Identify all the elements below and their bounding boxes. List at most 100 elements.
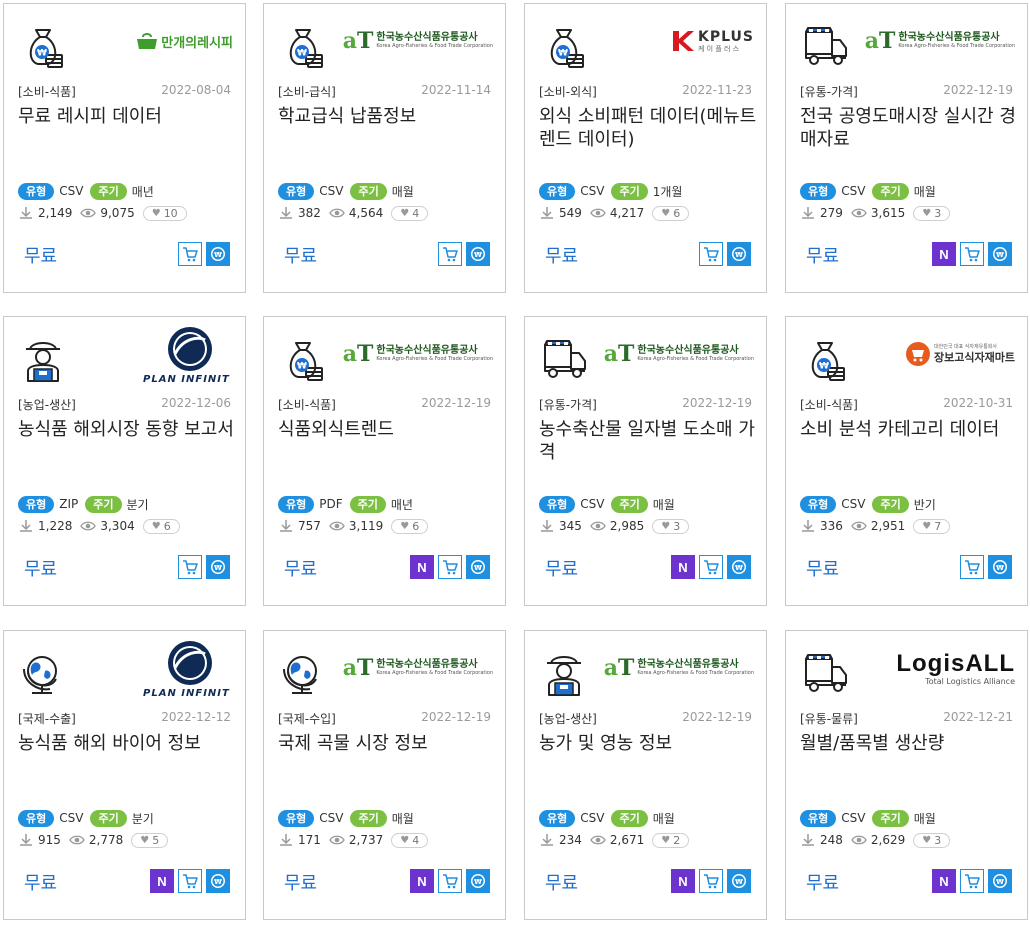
category-label: [농업-생산]	[539, 712, 597, 726]
dataset-card[interactable]: aT 한국농수산식품유통공사 Korea Agro-Fisheries & Fo…	[524, 316, 767, 606]
add-to-cart-button[interactable]	[699, 242, 723, 266]
purchase-button[interactable]: ₩	[727, 869, 751, 893]
dataset-card[interactable]: LogisALL Total Logistics Alliance [유통-물류…	[785, 630, 1028, 920]
cart-icon	[964, 559, 980, 575]
purchase-button[interactable]: ₩	[988, 555, 1012, 579]
cooking-pot-icon	[137, 33, 158, 49]
purchase-button[interactable]: ₩	[727, 555, 751, 579]
cycle-value: 매월	[652, 811, 675, 826]
dataset-card[interactable]: aT 한국농수산식품유통공사 Korea Agro-Fisheries & Fo…	[524, 630, 767, 920]
meta-row: 유형 ZIP 주기 분기	[18, 495, 156, 513]
add-to-cart-button[interactable]	[960, 555, 984, 579]
naver-n-button[interactable]: N	[150, 869, 174, 893]
meta-row: 유형 PDF 주기 매년	[278, 495, 420, 513]
dataset-title[interactable]: 외식 소비패턴 데이터(메뉴트렌드 데이터)	[539, 105, 759, 151]
svg-text:₩: ₩	[297, 362, 307, 372]
dataset-title[interactable]: 무료 레시피 데이터	[18, 105, 238, 128]
svg-text:₩: ₩	[996, 564, 1004, 572]
provider-subtitle: Korea Agro-Fisheries & Food Trade Corpor…	[637, 670, 754, 676]
like-button[interactable]: ♥ 6	[391, 518, 429, 534]
dataset-title[interactable]: 월별/품목별 생산량	[800, 732, 1020, 755]
date-label: 2022-11-14	[421, 83, 491, 97]
at-mark-icon: aT	[603, 655, 635, 681]
add-to-cart-button[interactable]	[699, 555, 723, 579]
dataset-card[interactable]: ₩ 대한민국 대표 식자재유통회사 장보고식자재마트 [소비-식품] 2022-…	[785, 316, 1028, 606]
category-label: [유통-물류]	[800, 712, 858, 726]
add-to-cart-button[interactable]	[960, 242, 984, 266]
type-pill: 유형	[800, 182, 837, 200]
purchase-button[interactable]: ₩	[727, 242, 751, 266]
purchase-button[interactable]: ₩	[988, 869, 1012, 893]
cycle-pill: 주기	[350, 182, 387, 200]
naver-n-button[interactable]: N	[671, 555, 695, 579]
naver-n-button[interactable]: N	[932, 869, 956, 893]
stats-row: 336 2,951 ♥ 7	[800, 517, 951, 535]
like-button[interactable]: ♥ 6	[652, 205, 690, 221]
dataset-title[interactable]: 농수축산물 일자별 도소매 가격	[539, 418, 759, 464]
dataset-card[interactable]: PLAN INFINIT [국제-수출] 2022-12-12 농식품 해외 바…	[3, 630, 246, 920]
dataset-title[interactable]: 학교급식 납품정보	[278, 105, 498, 128]
dataset-title[interactable]: 식품외식트렌드	[278, 418, 498, 441]
dataset-title[interactable]: 농식품 해외시장 동향 보고서	[18, 418, 238, 441]
like-button[interactable]: ♥ 2	[652, 832, 690, 848]
purchase-button[interactable]: ₩	[466, 242, 490, 266]
stats-row: 915 2,778 ♥ 5	[18, 831, 169, 849]
dataset-card[interactable]: ₩ 만개의레시피 [소비-식품] 2022-08-04 무료 레시피 데이터 유…	[3, 3, 246, 293]
like-button[interactable]: ♥ 10	[142, 205, 187, 221]
cycle-value: 반기	[913, 497, 936, 512]
svg-text:₩: ₩	[819, 362, 829, 372]
purchase-button[interactable]: ₩	[206, 869, 230, 893]
provider-logo: KPLUS 케 이 플 러 스	[614, 18, 754, 64]
purchase-button[interactable]: ₩	[988, 242, 1012, 266]
like-button[interactable]: ♥ 7	[913, 518, 951, 534]
provider-name: KPLUS	[698, 28, 754, 45]
dataset-title[interactable]: 농식품 해외 바이어 정보	[18, 732, 238, 755]
dataset-card[interactable]: ₩ aT 한국농수산식품유통공사 Korea Agro-Fisheries & …	[263, 316, 506, 606]
like-button[interactable]: ♥ 3	[652, 518, 690, 534]
add-to-cart-button[interactable]	[699, 869, 723, 893]
dataset-title[interactable]: 소비 분석 카테고리 데이터	[800, 418, 1020, 441]
add-to-cart-button[interactable]	[178, 242, 202, 266]
purchase-button[interactable]: ₩	[206, 242, 230, 266]
naver-n-button[interactable]: N	[410, 555, 434, 579]
svg-text:₩: ₩	[558, 49, 568, 59]
dataset-card[interactable]: ₩ KPLUS 케 이 플 러 스 [소비-외식] 2022-11-23 외식 …	[524, 3, 767, 293]
download-count: 279	[820, 206, 843, 220]
globe-icon	[278, 649, 328, 699]
dataset-title[interactable]: 국제 곡물 시장 정보	[278, 732, 498, 755]
provider-subtitle: Korea Agro-Fisheries & Food Trade Corpor…	[376, 356, 493, 362]
naver-n-button[interactable]: N	[932, 242, 956, 266]
provider-subtitle: Korea Agro-Fisheries & Food Trade Corpor…	[376, 43, 493, 49]
cart-icon	[442, 246, 458, 262]
like-button[interactable]: ♥ 3	[913, 205, 951, 221]
like-button[interactable]: ♥ 6	[142, 518, 180, 534]
like-button[interactable]: ♥ 3	[913, 832, 951, 848]
purchase-button[interactable]: ₩	[206, 555, 230, 579]
truck-icon	[800, 649, 850, 699]
like-button[interactable]: ♥ 5	[131, 832, 169, 848]
dataset-card[interactable]: aT 한국농수산식품유통공사 Korea Agro-Fisheries & Fo…	[785, 3, 1028, 293]
add-to-cart-button[interactable]	[178, 869, 202, 893]
add-to-cart-button[interactable]	[960, 869, 984, 893]
dataset-title[interactable]: 농가 및 영농 정보	[539, 732, 759, 755]
naver-n-button[interactable]: N	[671, 869, 695, 893]
file-type-value: CSV	[580, 497, 605, 511]
dataset-title[interactable]: 전국 공영도매시장 실시간 경매자료	[800, 105, 1020, 151]
file-type-value: CSV	[841, 497, 866, 511]
add-to-cart-button[interactable]	[438, 555, 462, 579]
purchase-button[interactable]: ₩	[466, 869, 490, 893]
add-to-cart-button[interactable]	[438, 242, 462, 266]
dataset-card[interactable]: aT 한국농수산식품유통공사 Korea Agro-Fisheries & Fo…	[263, 630, 506, 920]
type-pill: 유형	[18, 809, 55, 827]
like-button[interactable]: ♥ 4	[391, 205, 429, 221]
add-to-cart-button[interactable]	[438, 869, 462, 893]
add-to-cart-button[interactable]	[178, 555, 202, 579]
cycle-pill: 주기	[90, 182, 127, 200]
download-count: 382	[298, 206, 321, 220]
purchase-button[interactable]: ₩	[466, 555, 490, 579]
dataset-card[interactable]: ₩ aT 한국농수산식품유통공사 Korea Agro-Fisheries & …	[263, 3, 506, 293]
dataset-card[interactable]: PLAN INFINIT [농업-생산] 2022-12-06 농식품 해외시장…	[3, 316, 246, 606]
naver-n-button[interactable]: N	[410, 869, 434, 893]
like-button[interactable]: ♥ 4	[391, 832, 429, 848]
download-icon	[539, 206, 555, 220]
